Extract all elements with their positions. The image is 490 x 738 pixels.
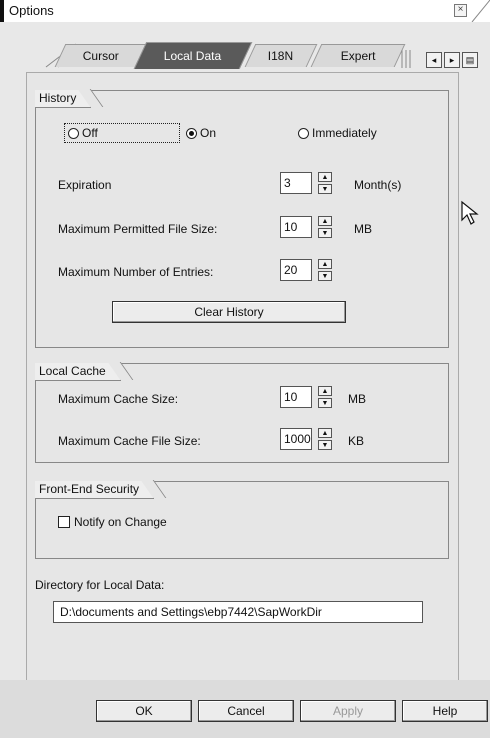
tab-i18n[interactable]: I18N xyxy=(244,44,318,67)
clear-history-button[interactable]: Clear History xyxy=(112,301,346,323)
window-title: Options xyxy=(9,3,54,18)
expiration-input[interactable]: 3 xyxy=(280,172,312,194)
history-group-title: History xyxy=(35,90,92,108)
expiration-unit: Month(s) xyxy=(354,178,402,192)
local-cache-group-title: Local Cache xyxy=(35,363,121,381)
spin-down-icon[interactable]: ▼ xyxy=(318,184,332,194)
expiration-label: Expiration xyxy=(58,178,112,192)
tab-list-menu-icon[interactable]: ▤ xyxy=(462,52,478,68)
max-cache-size-unit: MB xyxy=(348,392,366,406)
tab-strip: Cursor Local Data I18N Expert ◂ ▸ ▤ xyxy=(0,22,490,72)
notify-on-change-checkbox[interactable]: Notify on Change xyxy=(58,515,167,529)
spin-up-icon[interactable]: ▲ xyxy=(318,386,332,396)
apply-button[interactable]: Apply xyxy=(300,700,396,722)
history-radio-immediately[interactable]: Immediately xyxy=(298,126,377,140)
spin-up-icon[interactable]: ▲ xyxy=(318,216,332,226)
tab-i18n-label: I18N xyxy=(268,49,294,63)
spin-up-icon[interactable]: ▲ xyxy=(318,172,332,182)
checkbox-unchecked-icon xyxy=(58,516,70,528)
max-cache-file-size-unit: KB xyxy=(348,434,365,448)
dialog-button-bar: OK Cancel Apply Help xyxy=(0,680,490,738)
tab-scroll-left-icon[interactable]: ◂ xyxy=(426,52,442,68)
spin-down-icon[interactable]: ▼ xyxy=(318,228,332,238)
frontend-security-group: Front-End Security Notify on Change xyxy=(35,481,449,559)
help-button[interactable]: Help xyxy=(402,700,488,722)
max-entries-spin-buttons: ▲ ▼ xyxy=(318,259,332,281)
tab-cursor-label: Cursor xyxy=(82,49,119,63)
tab-local-data-label: Local Data xyxy=(164,49,222,63)
radio-on-icon xyxy=(186,127,197,139)
spin-down-icon[interactable]: ▼ xyxy=(318,271,332,281)
spin-down-icon[interactable]: ▼ xyxy=(318,440,332,450)
ok-button[interactable]: OK xyxy=(96,700,192,722)
radio-immediately-icon xyxy=(298,127,309,139)
radio-off-icon xyxy=(68,127,79,139)
spin-up-icon[interactable]: ▲ xyxy=(318,428,332,438)
local-data-page: History Off On Immediately Expiration 3 … xyxy=(26,72,459,682)
history-radio-off[interactable]: Off xyxy=(68,126,98,140)
expiration-spin-buttons: ▲ ▼ xyxy=(318,172,332,194)
mouse-pointer-icon xyxy=(461,200,479,225)
tab-overflow-decoration xyxy=(401,50,411,68)
spin-up-icon[interactable]: ▲ xyxy=(318,259,332,269)
spin-down-icon[interactable]: ▼ xyxy=(318,398,332,408)
max-cache-file-size-input[interactable]: 1000 xyxy=(280,428,312,450)
max-cache-file-size-spin-buttons: ▲ ▼ xyxy=(318,428,332,450)
max-cache-size-spin-buttons: ▲ ▼ xyxy=(318,386,332,408)
tab-cursor[interactable]: Cursor xyxy=(54,44,148,67)
max-cache-size-input[interactable]: 10 xyxy=(280,386,312,408)
title-bar-accent xyxy=(0,0,4,22)
history-radio-immediately-label: Immediately xyxy=(312,126,377,140)
directory-label: Directory for Local Data: xyxy=(35,578,165,592)
tab-expert-label: Expert xyxy=(340,49,376,63)
frontend-security-group-title: Front-End Security xyxy=(35,481,155,499)
history-radio-off-label: Off xyxy=(82,126,98,140)
notify-on-change-label: Notify on Change xyxy=(74,515,167,529)
max-entries-input[interactable]: 20 xyxy=(280,259,312,281)
cancel-button[interactable]: Cancel xyxy=(198,700,294,722)
history-group: History Off On Immediately Expiration 3 … xyxy=(35,90,449,348)
max-entries-label: Maximum Number of Entries: xyxy=(58,265,214,279)
history-radio-on-label: On xyxy=(200,126,217,140)
tab-local-data[interactable]: Local Data xyxy=(133,42,253,69)
max-file-size-spin-buttons: ▲ ▼ xyxy=(318,216,332,238)
max-file-size-unit: MB xyxy=(354,222,372,236)
max-file-size-label: Maximum Permitted File Size: xyxy=(58,222,218,236)
tab-expert[interactable]: Expert xyxy=(310,44,406,67)
history-radio-on[interactable]: On xyxy=(186,126,216,140)
max-cache-file-size-label: Maximum Cache File Size: xyxy=(58,434,201,448)
local-cache-group: Local Cache Maximum Cache Size: 10 ▲ ▼ M… xyxy=(35,363,449,463)
options-window: Options × Cursor Local Data I18N Expert … xyxy=(0,0,490,738)
corner-decoration xyxy=(471,0,490,22)
max-cache-size-label: Maximum Cache Size: xyxy=(58,392,179,406)
tab-scroll-right-icon[interactable]: ▸ xyxy=(444,52,460,68)
title-bar: Options × xyxy=(0,0,490,23)
max-file-size-input[interactable]: 10 xyxy=(280,216,312,238)
directory-input[interactable]: D:\documents and Settings\ebp7442\SapWor… xyxy=(53,601,423,623)
close-icon[interactable]: × xyxy=(454,4,467,17)
